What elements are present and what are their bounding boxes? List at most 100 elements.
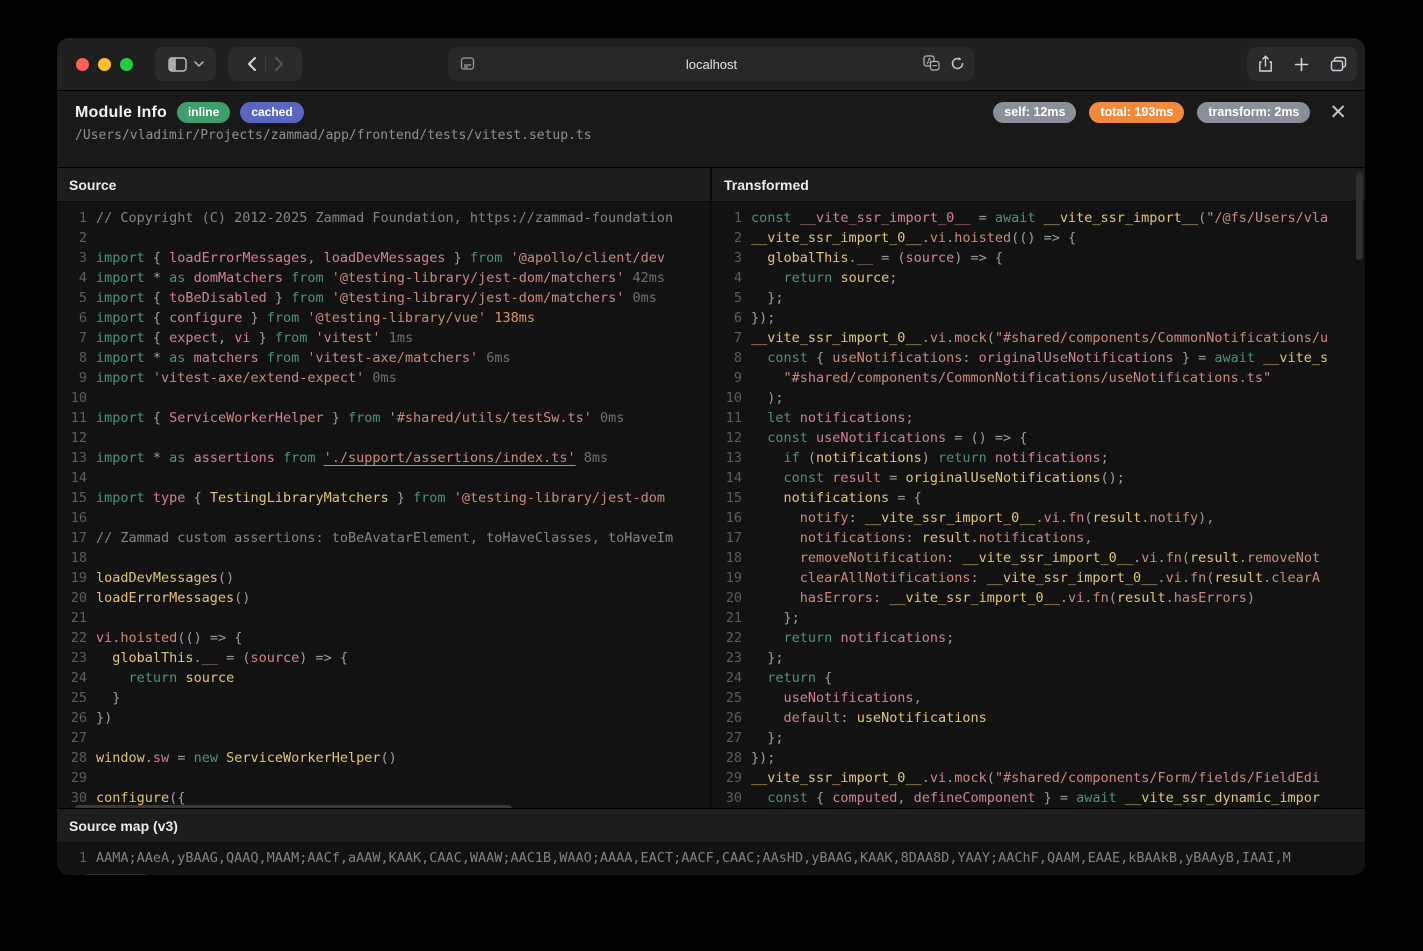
code-line: 27 }; — [712, 728, 1365, 748]
code-token: as — [169, 350, 185, 366]
code-token: . — [1060, 510, 1068, 526]
code-line: 23 }; — [712, 648, 1365, 668]
new-tab-icon[interactable] — [1294, 57, 1309, 72]
line-number: 13 — [712, 448, 742, 468]
toolbar-actions — [1247, 47, 1357, 81]
code-token: removeNotification — [800, 550, 946, 566]
code-token: , — [914, 690, 922, 706]
code-line: 1const __vite_ssr_import_0__ = await __v… — [712, 208, 1365, 228]
code-token: loadDevMessages — [96, 570, 218, 586]
code-token: __vite_ssr_dynamic_impor — [1125, 790, 1320, 806]
code-token: from — [470, 250, 503, 266]
line-number: 4 — [57, 268, 87, 288]
code-token — [751, 350, 767, 366]
desktop: localhost A — [0, 0, 1423, 951]
code-token: { — [145, 250, 169, 266]
code-line: 24 return { — [712, 668, 1365, 688]
code-line: 8 const { useNotifications: originalUseN… — [712, 348, 1365, 368]
code-token: const — [767, 790, 808, 806]
code-token: { — [185, 490, 209, 506]
code-token: vi — [1141, 550, 1157, 566]
forward-icon[interactable] — [274, 56, 284, 72]
minimize-window-button[interactable] — [98, 58, 111, 71]
code-token: type — [153, 490, 186, 506]
back-icon[interactable] — [247, 56, 257, 72]
total-time-badge: total: 193ms — [1089, 102, 1184, 123]
code-line: 2__vite_ssr_import_0__.vi.hoisted(() => … — [712, 228, 1365, 248]
code-token — [792, 410, 800, 426]
code-token: "#shared/components/Form/fields/FieldEdi — [995, 770, 1320, 786]
code-token: }); — [751, 750, 775, 766]
code-token — [145, 370, 153, 386]
source-horizontal-scrollbar[interactable] — [75, 805, 512, 808]
code-token: }; — [751, 610, 800, 626]
code-token: ServiceWorkerHelper — [226, 750, 380, 766]
code-token: defineComponent — [914, 790, 1036, 806]
code-token: result — [1190, 550, 1239, 566]
sourcemap-content[interactable]: 1AAMA;AAeA,yBAAG,QAAQ,MAAM;AACf,aAAW,KAA… — [57, 843, 1365, 875]
code-token: }) — [96, 710, 112, 726]
code-line: 27 — [57, 728, 710, 748]
line-number: 26 — [712, 708, 742, 728]
code-token: originalUseNotifications — [905, 470, 1100, 486]
code-token: assertions — [194, 450, 275, 466]
code-token: } — [267, 290, 291, 306]
code-token: __vite_s — [1263, 350, 1328, 366]
code-token: } = — [1036, 790, 1077, 806]
inline-badge: inline — [177, 102, 230, 123]
code-token — [751, 590, 800, 606]
code-token: globalThis — [767, 250, 848, 266]
code-token: computed — [832, 790, 897, 806]
code-token — [316, 450, 324, 466]
transformed-code-editor[interactable]: 1const __vite_ssr_import_0__ = await __v… — [712, 202, 1365, 808]
code-token — [218, 750, 226, 766]
sidebar-toggle-button[interactable] — [155, 47, 216, 81]
code-token: = () => { — [946, 430, 1027, 446]
code-token: ( — [987, 770, 995, 786]
code-token: { — [145, 310, 169, 326]
code-line: 5 }; — [712, 288, 1365, 308]
line-number: 23 — [712, 648, 742, 668]
code-token — [751, 790, 767, 806]
code-token: = — [881, 470, 905, 486]
reload-icon[interactable] — [950, 56, 965, 71]
code-token: { — [145, 290, 169, 306]
code-token: mock — [954, 330, 987, 346]
code-token: await — [995, 210, 1036, 226]
code-token: result — [922, 530, 971, 546]
code-line: 14 const result = originalUseNotificatio… — [712, 468, 1365, 488]
transformed-vertical-scrollbar[interactable] — [1356, 172, 1363, 260]
address-bar[interactable]: localhost A — [448, 47, 975, 81]
code-token: "#shared/components/CommonNotifications/… — [995, 330, 1328, 346]
code-token: : — [946, 550, 962, 566]
close-window-button[interactable] — [76, 58, 89, 71]
line-number: 7 — [712, 328, 742, 348]
code-token: vi — [1166, 570, 1182, 586]
zoom-window-button[interactable] — [120, 58, 133, 71]
page-format-icon[interactable] — [460, 56, 475, 71]
code-token: ) — [1247, 590, 1255, 606]
tab-overview-icon[interactable] — [1330, 56, 1347, 72]
code-token: mock — [954, 770, 987, 786]
source-code-editor[interactable]: 1// Copyright (C) 2012-2025 Zammad Found… — [57, 202, 710, 808]
module-link[interactable]: './support/assertions/index.ts' — [324, 450, 576, 466]
code-line: 29 — [57, 768, 710, 788]
code-token: } — [389, 490, 413, 506]
translate-icon[interactable]: A — [923, 55, 940, 71]
code-token: = — [970, 210, 994, 226]
line-number: 17 — [712, 528, 742, 548]
code-line: 20 hasErrors: __vite_ssr_import_0__.vi.f… — [712, 588, 1365, 608]
code-token: . — [1133, 550, 1141, 566]
sourcemap-horizontal-scrollbar[interactable] — [85, 874, 147, 875]
code-token: from — [413, 490, 446, 506]
page-title: Module Info — [75, 104, 167, 122]
close-icon[interactable]: ✕ — [1329, 105, 1347, 121]
line-number: 19 — [712, 568, 742, 588]
line-number: 19 — [57, 568, 87, 588]
code-token: '@testing-library/jest-dom/matchers' — [332, 290, 625, 306]
line-number: 26 — [57, 708, 87, 728]
code-token: . — [946, 770, 954, 786]
code-token: }; — [751, 730, 784, 746]
code-token: = { — [889, 490, 922, 506]
share-icon[interactable] — [1258, 55, 1273, 73]
